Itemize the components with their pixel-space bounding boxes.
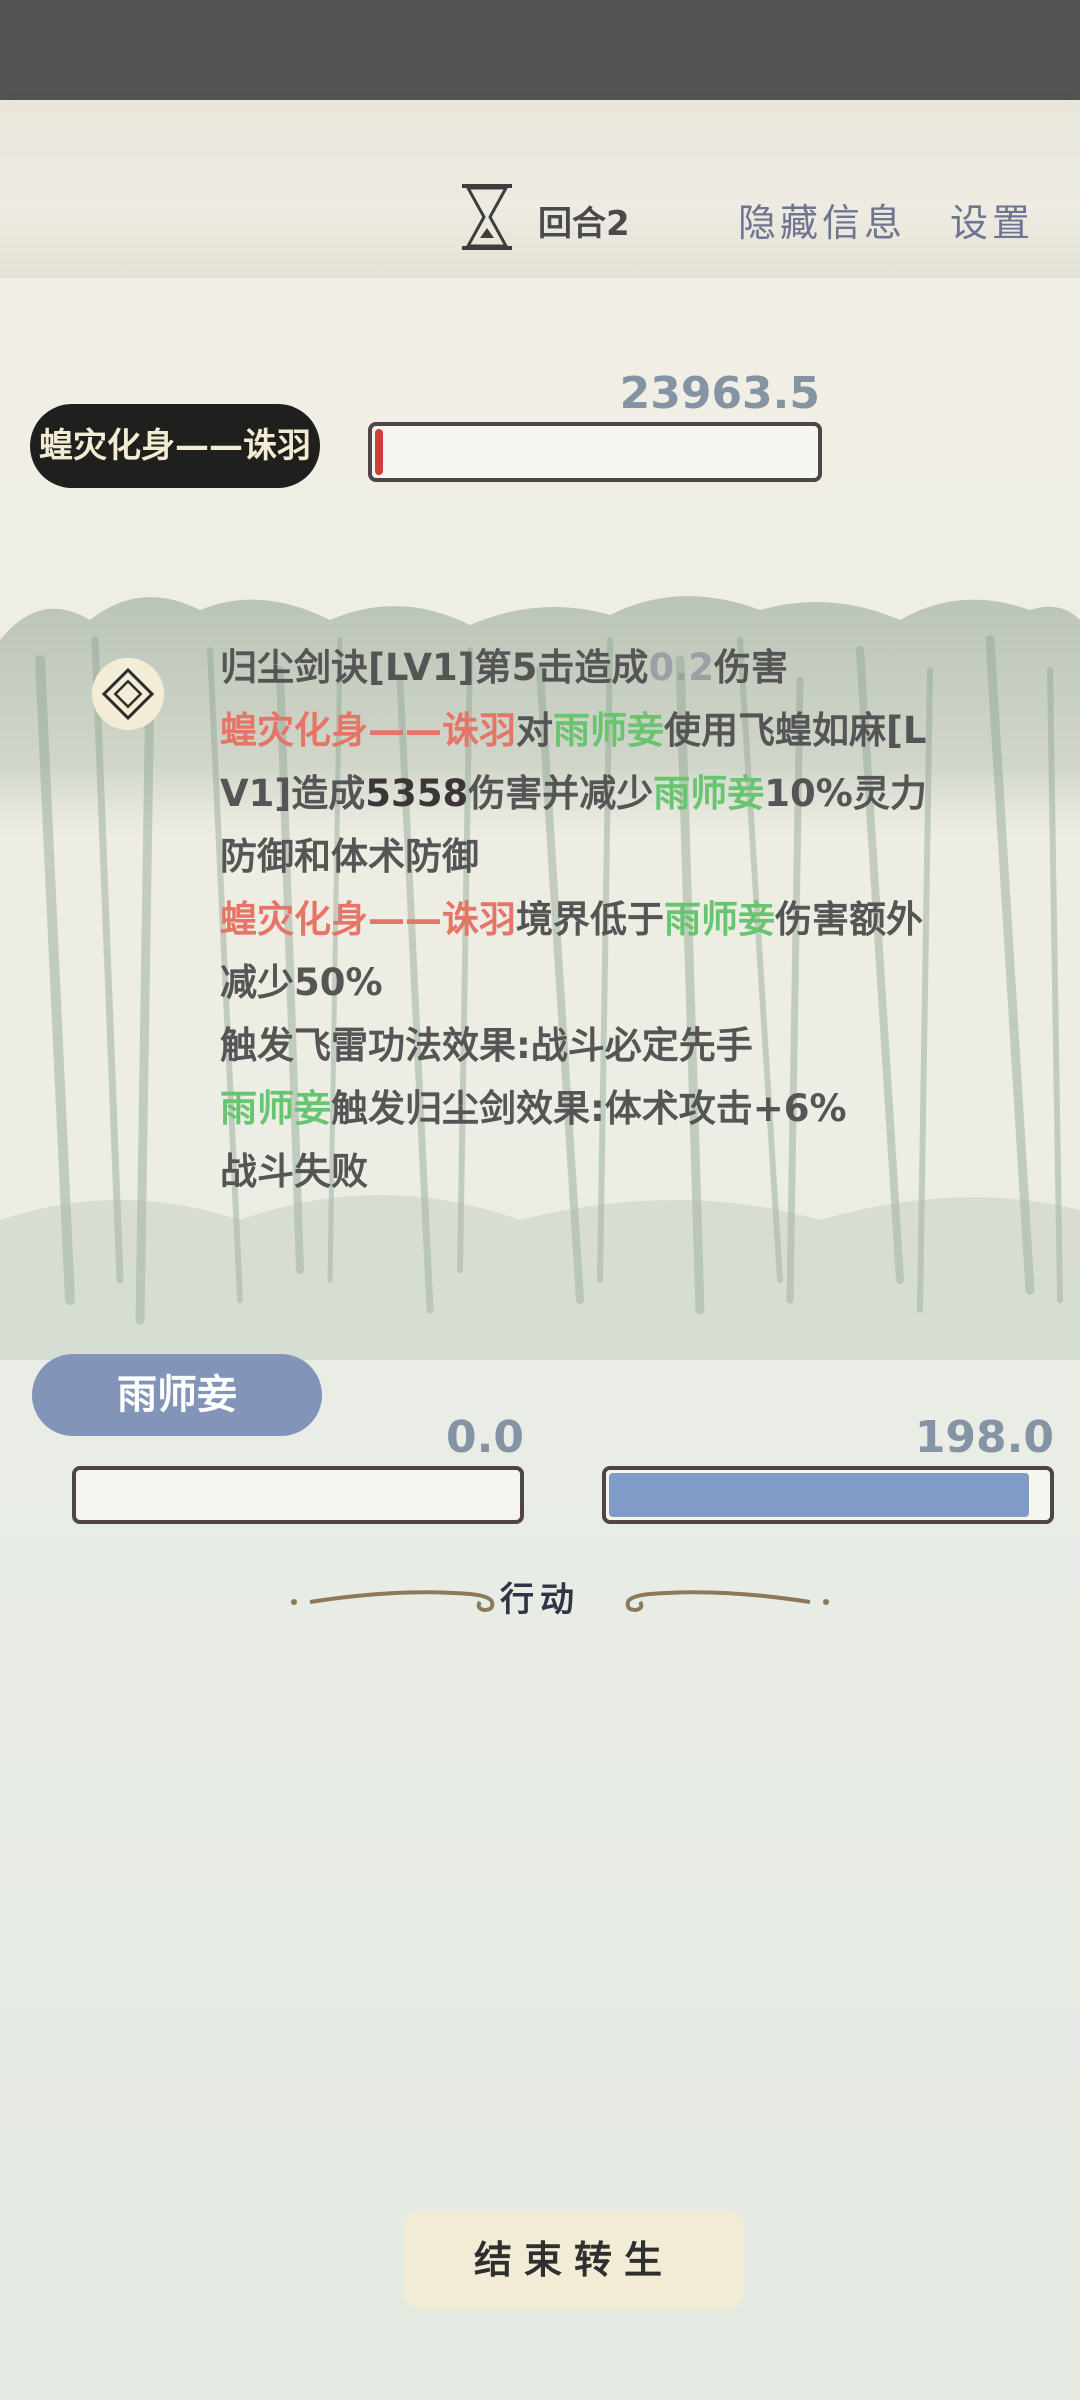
log-segment: 战斗失败: [220, 1150, 368, 1193]
log-segment: 使用飞蝗如麻[L: [664, 709, 927, 752]
status-bar: [0, 0, 1080, 100]
battle-log-line: 蝗灾化身——诛羽境界低于雨师妾伤害额外: [220, 888, 1020, 951]
log-segment: 5358: [365, 772, 469, 815]
player-mp-fill: [609, 1473, 1030, 1517]
log-segment: 归尘剑诀[LV1]第5击造成: [220, 646, 649, 689]
log-segment: 雨师妾: [653, 772, 765, 815]
player-hp-value: 0.0: [446, 1412, 524, 1463]
round-counter: 回合2: [538, 204, 630, 244]
player-name-badge: 雨师妾: [32, 1354, 322, 1436]
battle-log-line: 蝗灾化身——诛羽对雨师妾使用飞蝗如麻[L: [220, 699, 1020, 762]
enemy-hp-fill: [375, 429, 383, 475]
enemy-hp-bar: [368, 422, 822, 482]
player-mp-value: 198.0: [914, 1412, 1054, 1463]
log-segment: V1]造成: [220, 772, 366, 815]
action-section-label: 行动: [500, 1580, 580, 1620]
battle-log-line: V1]造成5358伤害并减少雨师妾10%灵力: [220, 762, 1020, 825]
hourglass-icon: [462, 184, 512, 250]
battle-log-line: 减少50%: [220, 951, 1020, 1014]
battle-log: 归尘剑诀[LV1]第5击造成0.2伤害 蝗灾化身——诛羽对雨师妾使用飞蝗如麻[L V…: [220, 636, 1020, 1203]
log-segment: 境界低于: [516, 898, 664, 941]
diamond-icon: [92, 658, 164, 730]
top-bar: [0, 100, 1080, 278]
log-segment: 触发飞雷功法效果:战斗必定先手: [220, 1024, 753, 1067]
log-segment: 雨师妾: [220, 1087, 331, 1130]
battle-log-line: 归尘剑诀[LV1]第5击造成0.2伤害: [220, 636, 1020, 699]
log-segment: 蝗灾化身——诛羽: [220, 898, 516, 941]
log-segment: 10%灵力: [764, 772, 927, 815]
battle-log-line: 战斗失败: [220, 1140, 1020, 1203]
log-segment: 蝗灾化身——诛羽: [220, 709, 516, 752]
log-segment: 伤害并减少: [468, 772, 654, 815]
enemy-name-badge: 蝗灾化身——诛羽: [30, 404, 320, 488]
player-hp-bar: [72, 1466, 524, 1524]
log-segment: 伤害: [713, 646, 788, 689]
battle-log-line: 雨师妾触发归尘剑效果:体术攻击+6%: [220, 1077, 1020, 1140]
log-segment: 雨师妾: [553, 709, 664, 752]
log-segment: 对: [516, 709, 553, 752]
player-mp-bar: [602, 1466, 1054, 1524]
enemy-hp-value: 23963.5: [619, 368, 820, 419]
settings-button[interactable]: 设置: [950, 192, 1034, 247]
log-segment: 防御和体术防御: [220, 835, 479, 878]
battle-log-line: 触发飞雷功法效果:战斗必定先手: [220, 1014, 1020, 1077]
log-segment: 伤害额外: [775, 898, 923, 941]
log-segment: 触发归尘剑效果:体术攻击+6%: [331, 1087, 847, 1130]
end-reincarnation-button[interactable]: 结束转生: [404, 2210, 744, 2310]
hide-info-button[interactable]: 隐藏信息: [738, 192, 906, 247]
battle-log-line: 防御和体术防御: [220, 825, 1020, 888]
log-segment: 雨师妾: [664, 898, 775, 941]
log-segment: 0.2: [648, 646, 714, 689]
log-segment: 减少50%: [220, 961, 383, 1004]
